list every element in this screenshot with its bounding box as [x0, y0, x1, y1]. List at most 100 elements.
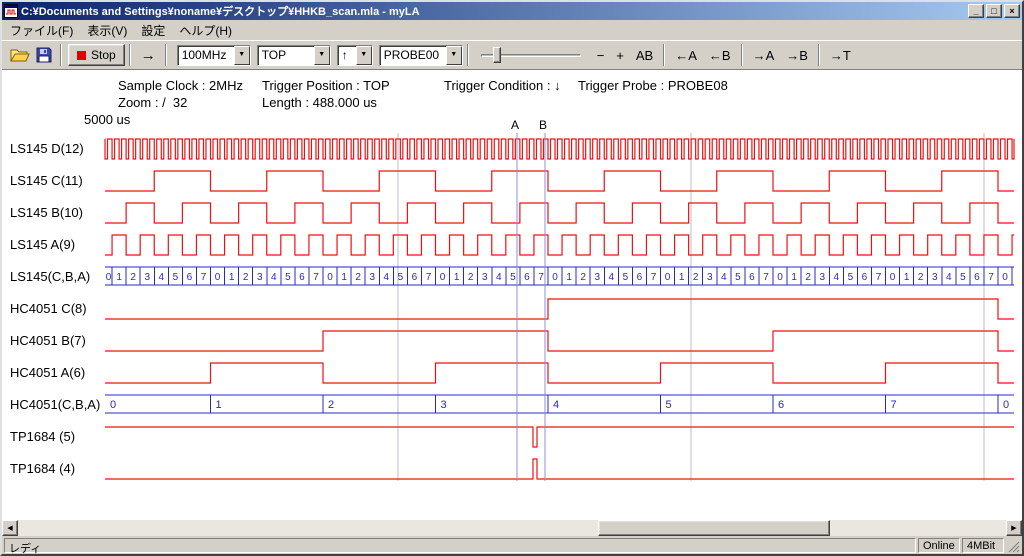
zoom-out-button[interactable]: − — [591, 44, 611, 66]
app-icon[interactable] — [4, 4, 18, 18]
horizontal-scrollbar[interactable]: ◀ ▶ — [2, 520, 1022, 536]
bus-value: 0 — [665, 272, 671, 283]
save-button[interactable] — [32, 44, 56, 66]
waveform-trace — [105, 363, 1014, 383]
scrollbar-track[interactable] — [18, 520, 1006, 536]
zoom-in-button[interactable]: + — [610, 44, 630, 66]
bus-value: 6 — [778, 399, 784, 411]
open-folder-icon — [10, 48, 30, 63]
bus-value: 7 — [876, 272, 882, 283]
chevron-down-icon[interactable]: ▼ — [356, 46, 372, 65]
maximize-button[interactable]: □ — [986, 4, 1002, 18]
bus-value: 2 — [130, 272, 136, 283]
bus-value: 5 — [960, 272, 966, 283]
bus-value: 1 — [116, 272, 122, 283]
waveform-trace — [105, 203, 1014, 223]
toolbar-separator — [663, 44, 665, 66]
bus-value: 1 — [454, 272, 460, 283]
bus-value: 5 — [173, 272, 179, 283]
bus-value: 3 — [482, 272, 488, 283]
probe-combo[interactable]: PROBE00 ▼ — [379, 45, 463, 66]
bus-value: 4 — [384, 272, 390, 283]
waveform-canvas[interactable]: 0123456701234567012345670123456701234567… — [2, 70, 1022, 520]
trigger-position-combo[interactable]: TOP ▼ — [257, 45, 331, 66]
bus-value: 7 — [538, 272, 544, 283]
bus-value: 0 — [1003, 399, 1009, 411]
ab-button[interactable]: AB — [630, 44, 659, 66]
title-bar: C:¥Documents and Settings¥noname¥デスクトップ¥… — [2, 2, 1022, 20]
toolbar-separator — [467, 44, 469, 66]
bus-value: 2 — [580, 272, 586, 283]
toolbar-separator — [818, 44, 820, 66]
bus-value: 0 — [1002, 272, 1008, 283]
bus-value: 1 — [791, 272, 797, 283]
chevron-down-icon[interactable]: ▼ — [446, 46, 462, 65]
bus-value: 4 — [834, 272, 840, 283]
scroll-left-icon: ◀ — [7, 524, 12, 532]
menu-help[interactable]: ヘルプ(H) — [172, 20, 239, 41]
toolbar-separator — [60, 44, 62, 66]
bus-value: 4 — [946, 272, 952, 283]
minimize-button[interactable]: _ — [968, 4, 984, 18]
bus-value: 5 — [623, 272, 629, 283]
status-bar: レディ Online 4MBit — [2, 536, 1022, 554]
chevron-down-icon[interactable]: ▼ — [314, 46, 330, 65]
open-button[interactable] — [8, 44, 32, 66]
bus-value: 3 — [144, 272, 150, 283]
status-memory: 4MBit — [962, 538, 1004, 553]
waveform-panel[interactable]: Sample Clock : 2MHz Trigger Position : T… — [2, 70, 1022, 520]
bus-value: 7 — [763, 272, 769, 283]
bus-value: 2 — [355, 272, 361, 283]
trigger-edge-value: ↑ — [338, 46, 356, 65]
trigger-edge-combo[interactable]: ↑ ▼ — [337, 45, 373, 66]
zoom-slider[interactable] — [479, 44, 583, 66]
stop-button[interactable]: Stop — [68, 44, 125, 66]
bus-value: 4 — [721, 272, 727, 283]
menu-file[interactable]: ファイル(F) — [3, 20, 80, 41]
bus-value: 3 — [257, 272, 263, 283]
bus-value: 4 — [496, 272, 502, 283]
bus-value: 1 — [679, 272, 685, 283]
bus-value: 7 — [651, 272, 657, 283]
run-button[interactable]: → — [135, 44, 161, 66]
app-window: C:¥Documents and Settings¥noname¥デスクトップ¥… — [0, 0, 1024, 556]
bus-value: 4 — [159, 272, 165, 283]
zoom-slider-thumb[interactable] — [493, 47, 501, 63]
bus-value: 4 — [553, 399, 559, 411]
status-online: Online — [918, 538, 960, 553]
close-button[interactable]: × — [1004, 4, 1020, 18]
bus-value: 0 — [890, 272, 896, 283]
bus-value: 2 — [243, 272, 249, 283]
goto-a-right-button[interactable]: →A — [747, 44, 781, 66]
bus-value: 2 — [805, 272, 811, 283]
menu-view[interactable]: 表示(V) — [80, 20, 134, 41]
bus-value: 1 — [229, 272, 235, 283]
menu-settings[interactable]: 設定 — [134, 20, 172, 41]
bus-value: 0 — [777, 272, 783, 283]
waveform-trace — [105, 331, 1014, 351]
resize-grip[interactable] — [1006, 538, 1020, 553]
bus-value: 7 — [426, 272, 432, 283]
bus-value: 6 — [299, 272, 305, 283]
scroll-right-icon: ▶ — [1011, 524, 1016, 532]
goto-trigger-button[interactable]: →T — [824, 44, 857, 66]
bus-value: 2 — [693, 272, 699, 283]
goto-b-right-button[interactable]: →B — [780, 44, 814, 66]
goto-b-left-button[interactable]: ←B — [703, 44, 737, 66]
toolbar-separator — [741, 44, 743, 66]
goto-a-left-button[interactable]: ←A — [669, 44, 703, 66]
bus-value: 7 — [201, 272, 207, 283]
bus-value: 7 — [891, 399, 897, 411]
bus-value: 3 — [441, 399, 447, 411]
scrollbar-thumb[interactable] — [598, 520, 830, 536]
window-title: C:¥Documents and Settings¥noname¥デスクトップ¥… — [21, 3, 968, 19]
bus-value: 6 — [412, 272, 418, 283]
sample-clock-combo[interactable]: 100MHz ▼ — [177, 45, 251, 66]
bus-value: 6 — [524, 272, 530, 283]
scroll-left-button[interactable]: ◀ — [2, 520, 18, 536]
bus-value: 5 — [285, 272, 291, 283]
chevron-down-icon[interactable]: ▼ — [234, 46, 250, 65]
scroll-right-button[interactable]: ▶ — [1006, 520, 1022, 536]
bus-value: 4 — [609, 272, 615, 283]
bus-value: 6 — [187, 272, 193, 283]
